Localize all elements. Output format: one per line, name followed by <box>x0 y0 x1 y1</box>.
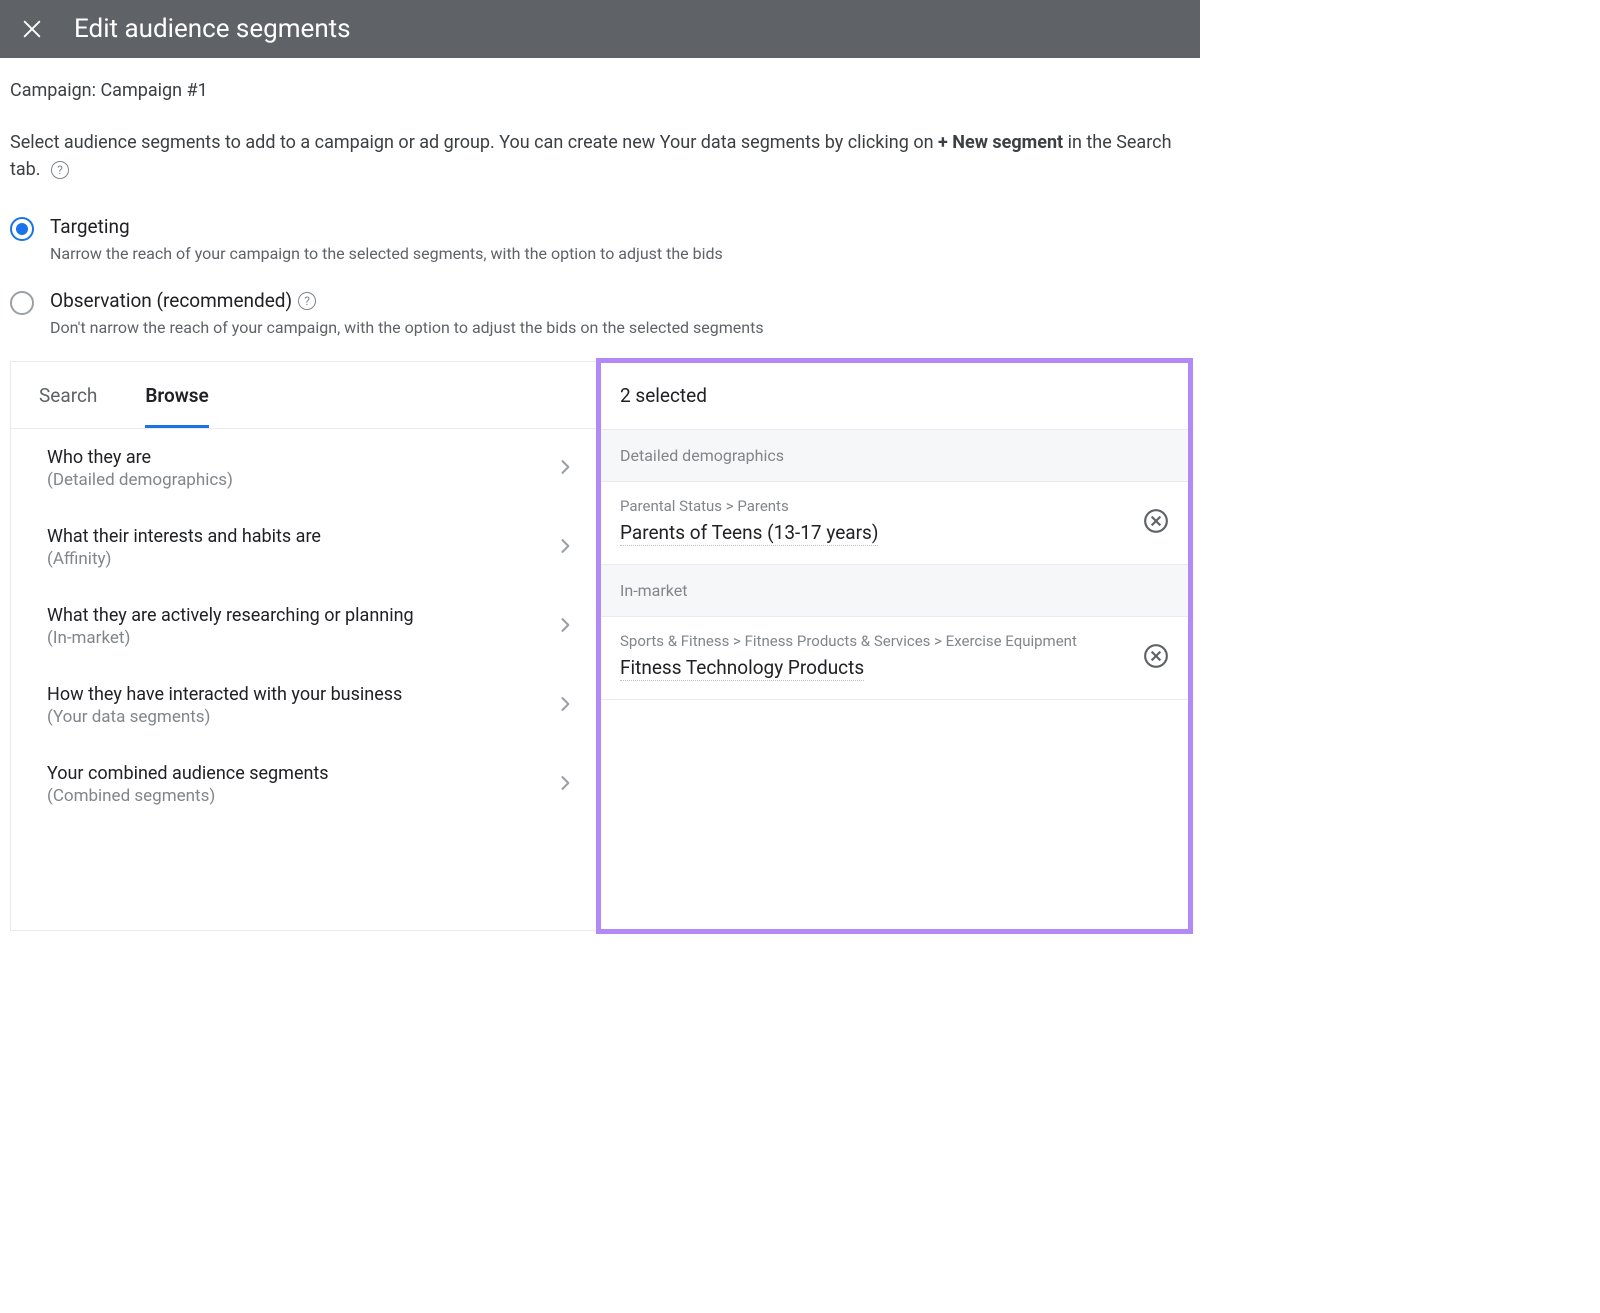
description-text: Select audience segments to add to a cam… <box>10 129 1190 183</box>
remove-icon[interactable] <box>1143 508 1169 534</box>
chevron-right-icon <box>555 536 575 560</box>
selection-group-header: In-market <box>600 565 1189 617</box>
segment-path: Sports & Fitness > Fitness Products & Se… <box>620 631 1077 652</box>
browse-item-affinity[interactable]: What their interests and habits are (Aff… <box>11 508 599 587</box>
close-icon[interactable] <box>18 15 46 43</box>
chevron-right-icon <box>555 773 575 797</box>
browse-item-inmarket[interactable]: What they are actively researching or pl… <box>11 587 599 666</box>
radio-icon[interactable] <box>10 217 34 241</box>
radio-subtitle: Narrow the reach of your campaign to the… <box>50 244 723 263</box>
segment-name[interactable]: Parents of Teens (13-17 years) <box>620 521 878 546</box>
segment-path: Parental Status > Parents <box>620 496 878 517</box>
selected-segment-row: Parental Status > Parents Parents of Tee… <box>600 482 1189 565</box>
help-icon[interactable]: ? <box>298 292 316 310</box>
selected-segment-row: Sports & Fitness > Fitness Products & Se… <box>600 617 1189 700</box>
radio-option-targeting[interactable]: Targeting Narrow the reach of your campa… <box>10 209 1190 283</box>
dialog-title: Edit audience segments <box>74 14 351 44</box>
segment-name[interactable]: Fitness Technology Products <box>620 656 864 681</box>
targeting-mode-radio-group: Targeting Narrow the reach of your campa… <box>10 209 1190 357</box>
radio-option-observation[interactable]: Observation (recommended) ? Don't narrow… <box>10 283 1190 357</box>
dialog-header: Edit audience segments <box>0 0 1200 58</box>
tab-search[interactable]: Search <box>39 362 97 428</box>
browse-panel: Search Browse Who they are (Detailed dem… <box>11 362 600 930</box>
browse-item-combined[interactable]: Your combined audience segments (Combine… <box>11 745 599 824</box>
tab-browse[interactable]: Browse <box>145 362 208 428</box>
help-icon[interactable]: ? <box>51 161 69 179</box>
selection-panel-wrap: 2 selected Detailed demographics Parenta… <box>600 362 1189 930</box>
tabs: Search Browse <box>11 362 599 429</box>
chevron-right-icon <box>555 457 575 481</box>
radio-subtitle: Don't narrow the reach of your campaign,… <box>50 318 764 337</box>
radio-title: Targeting <box>50 215 130 238</box>
browse-item-your-data[interactable]: How they have interacted with your busin… <box>11 666 599 745</box>
browse-item-demographics[interactable]: Who they are (Detailed demographics) <box>11 429 599 508</box>
selection-group-header: Detailed demographics <box>600 430 1189 482</box>
radio-icon[interactable] <box>10 291 34 315</box>
browse-list: Who they are (Detailed demographics) Wha… <box>11 429 599 930</box>
radio-title: Observation (recommended) ? <box>50 289 316 312</box>
selection-panel: 2 selected Detailed demographics Parenta… <box>600 362 1189 930</box>
segments-panels: Search Browse Who they are (Detailed dem… <box>10 361 1190 931</box>
campaign-label: Campaign: Campaign #1 <box>10 80 1190 101</box>
chevron-right-icon <box>555 615 575 639</box>
selection-count: 2 selected <box>600 362 1189 430</box>
chevron-right-icon <box>555 694 575 718</box>
remove-icon[interactable] <box>1143 643 1169 669</box>
